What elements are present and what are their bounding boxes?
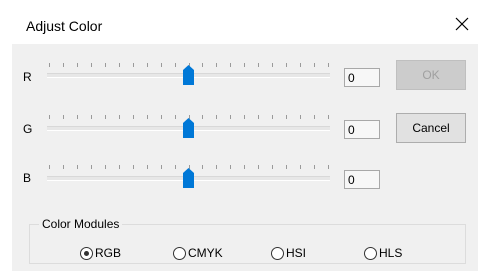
radio-rgb-circle[interactable] <box>80 246 93 260</box>
slider-tick <box>230 165 231 169</box>
slider-tick <box>147 63 148 67</box>
slider-tick <box>328 63 329 67</box>
radio-hsi-circle[interactable] <box>271 246 284 260</box>
slider-tick <box>314 115 315 119</box>
slider-tick <box>133 165 134 169</box>
slider-tick <box>300 63 301 67</box>
slider-tick <box>244 115 245 119</box>
radio-rgb[interactable]: RGB <box>80 246 121 260</box>
r-value-field[interactable]: 0 <box>344 68 380 87</box>
radio-hls-circle[interactable] <box>364 246 377 260</box>
slider-tick <box>202 63 203 67</box>
slider-tick <box>286 165 287 169</box>
slider-tick <box>77 115 78 119</box>
dialog-body: R 0 G 0 B 0 OK Cancel Color Modules RGB … <box>12 44 478 271</box>
g-label: G <box>23 122 33 136</box>
slider-tick <box>63 165 64 169</box>
slider-tick <box>258 165 259 169</box>
radio-cmyk[interactable]: CMYK <box>173 246 223 260</box>
radio-hls-label: HLS <box>379 246 403 260</box>
g-value-field[interactable]: 0 <box>344 120 380 139</box>
slider-tick <box>175 63 176 67</box>
slider-tick <box>230 115 231 119</box>
slider-tick <box>244 165 245 169</box>
slider-tick <box>272 115 273 119</box>
slider-tick <box>91 63 92 67</box>
b-label: B <box>23 171 32 185</box>
slider-tick <box>147 115 148 119</box>
slider-tick <box>63 115 64 119</box>
slider-tick <box>230 63 231 67</box>
slider-tick <box>119 165 120 169</box>
slider-tick <box>286 115 287 119</box>
slider-tick <box>216 63 217 67</box>
slider-tick <box>147 165 148 169</box>
slider-tick <box>328 165 329 169</box>
color-modules-label: Color Modules <box>39 217 123 231</box>
g-slider-thumb[interactable] <box>183 118 194 138</box>
slider-tick <box>314 63 315 67</box>
title-bar: Adjust Color <box>12 0 478 44</box>
slider-tick <box>300 115 301 119</box>
slider-tick <box>286 63 287 67</box>
close-icon[interactable] <box>452 14 472 34</box>
slider-tick <box>161 115 162 119</box>
ok-button[interactable]: OK <box>396 60 466 90</box>
window-title: Adjust Color <box>26 18 103 34</box>
slider-tick <box>49 115 50 119</box>
slider-tick <box>77 165 78 169</box>
slider-tick <box>244 63 245 67</box>
radio-cmyk-circle[interactable] <box>173 246 186 260</box>
slider-tick <box>133 115 134 119</box>
slider-tick <box>91 165 92 169</box>
slider-tick <box>258 115 259 119</box>
slider-tick <box>119 115 120 119</box>
radio-hsi-label: HSI <box>286 246 307 260</box>
radio-hls[interactable]: HLS <box>364 246 402 260</box>
b-value-field[interactable]: 0 <box>344 170 380 189</box>
slider-tick <box>216 165 217 169</box>
slider-tick <box>105 165 106 169</box>
slider-tick <box>314 165 315 169</box>
slider-tick <box>49 165 50 169</box>
b-slider-thumb[interactable] <box>183 168 194 188</box>
radio-rgb-label: RGB <box>95 246 122 260</box>
radio-cmyk-label: CMYK <box>188 246 223 260</box>
slider-tick <box>202 165 203 169</box>
slider-tick <box>202 115 203 119</box>
slider-tick <box>49 63 50 67</box>
slider-tick <box>133 63 134 67</box>
slider-tick <box>328 115 329 119</box>
r-label: R <box>23 70 32 84</box>
slider-tick <box>175 165 176 169</box>
slider-tick <box>175 115 176 119</box>
slider-tick <box>161 165 162 169</box>
slider-tick <box>300 165 301 169</box>
cancel-button[interactable]: Cancel <box>396 113 466 143</box>
slider-tick <box>105 115 106 119</box>
slider-tick <box>161 63 162 67</box>
slider-tick <box>258 63 259 67</box>
slider-tick <box>216 115 217 119</box>
radio-hsi[interactable]: HSI <box>271 246 306 260</box>
slider-tick <box>272 165 273 169</box>
slider-tick <box>119 63 120 67</box>
slider-tick <box>105 63 106 67</box>
slider-tick <box>63 63 64 67</box>
r-slider-thumb[interactable] <box>183 65 194 85</box>
slider-tick <box>272 63 273 67</box>
slider-tick <box>91 115 92 119</box>
slider-tick <box>77 63 78 67</box>
